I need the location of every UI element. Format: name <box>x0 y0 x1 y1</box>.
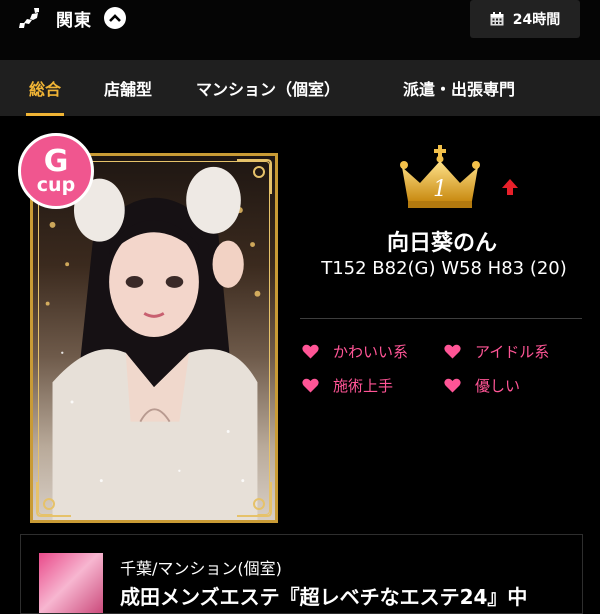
shop-card[interactable]: 千葉/マンション(個室) 成田メンズエステ『超レベチなエステ24』中 <box>20 534 583 614</box>
tag-label: かわいい系 <box>333 343 409 361</box>
heart-icon <box>302 378 319 393</box>
tag-label: 施術上手 <box>333 377 394 395</box>
tab-store[interactable]: 店舗型 <box>104 60 152 116</box>
frame-ornament-icon <box>237 159 272 194</box>
hours-label: 24時間 <box>512 12 561 28</box>
tag-item: アイドル系 <box>444 341 549 362</box>
shop-name[interactable]: 成田メンズエステ『超レベチなエステ24』中 <box>120 581 527 610</box>
portrait-image <box>45 166 261 520</box>
rank-up-arrow-icon <box>502 179 518 195</box>
shop-location: 千葉/マンション(個室) <box>120 559 282 578</box>
tab-dispatch[interactable]: 派遣・出張専門 <box>403 60 515 116</box>
divider <box>300 318 582 319</box>
crown-rank-icon: 1 <box>400 145 480 208</box>
top-bar: 関東 24時間 <box>0 0 600 60</box>
tab-mansion[interactable]: マンション（個室） <box>196 60 340 116</box>
rank-number: 1 <box>433 177 447 202</box>
tag-item: 優しい <box>444 375 520 396</box>
frame-ornament-icon <box>237 482 272 517</box>
tag-item: 施術上手 <box>302 375 393 396</box>
profile-photo[interactable] <box>30 153 278 523</box>
calendar-icon <box>490 12 504 26</box>
tab-overall[interactable]: 総合 <box>25 60 65 116</box>
chevron-up-icon[interactable] <box>104 7 126 29</box>
therapist-name[interactable]: 向日葵のん <box>302 225 582 257</box>
shop-thumbnail <box>39 553 103 613</box>
tag-label: 優しい <box>475 377 521 395</box>
heart-icon <box>444 344 461 359</box>
region-label: 関東 <box>56 10 92 31</box>
hours-filter-button[interactable]: 24時間 <box>470 0 580 38</box>
frame-ornament-icon <box>36 482 71 517</box>
japan-map-icon <box>19 8 39 28</box>
region-selector[interactable]: 関東 <box>18 6 126 31</box>
therapist-stats: T152 B82(G) W58 H83 (20) <box>321 258 567 279</box>
cup-badge: G cup <box>18 133 94 209</box>
heart-icon <box>444 378 461 393</box>
category-tabs: 総合 店舗型 マンション（個室） 派遣・出張専門 <box>0 60 600 116</box>
tag-label: アイドル系 <box>475 343 550 361</box>
cup-word: cup <box>36 174 76 196</box>
heart-icon <box>302 344 319 359</box>
tag-item: かわいい系 <box>302 341 408 362</box>
cup-letter: G <box>43 144 69 179</box>
